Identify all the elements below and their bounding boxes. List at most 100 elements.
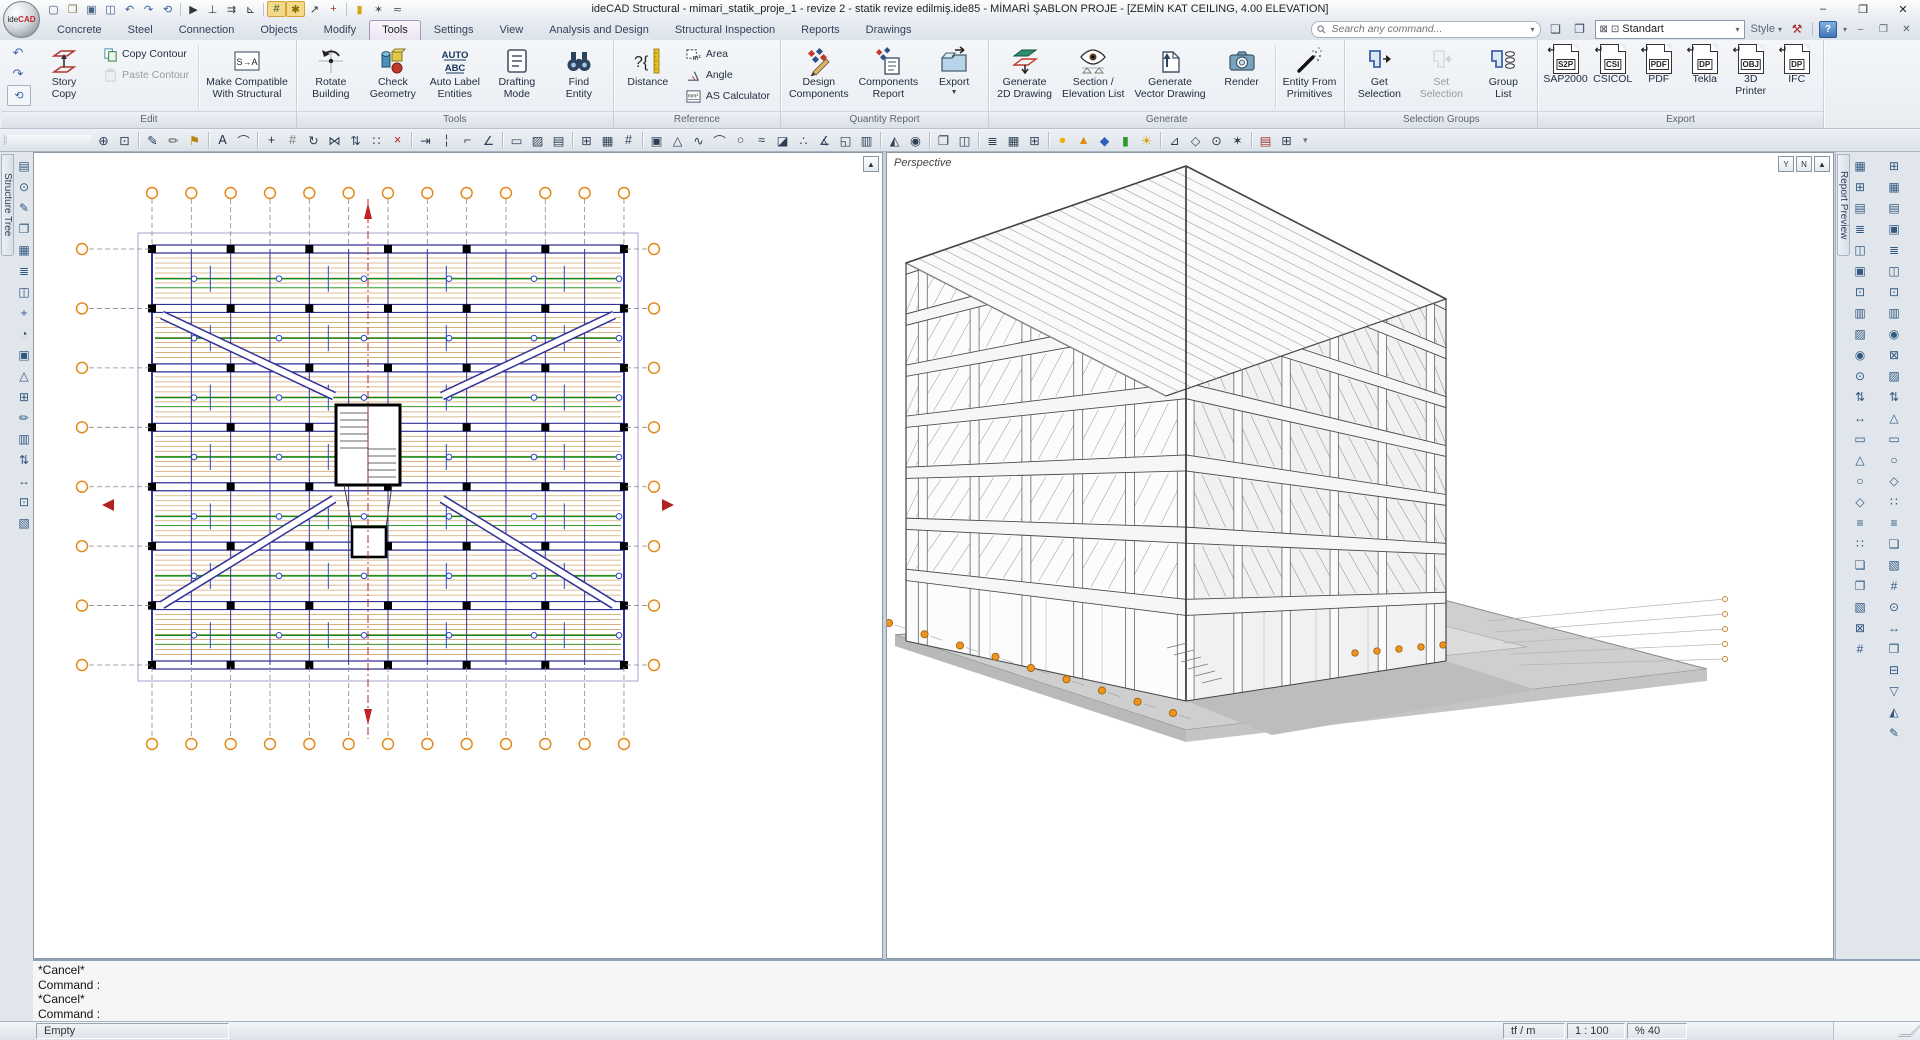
delete-icon[interactable]: × [388,131,407,150]
units-cell[interactable]: tf / m [1503,1023,1565,1039]
sheet-table-icon[interactable]: ▦ [1004,131,1023,150]
move-icon[interactable]: + [262,131,281,150]
points-icon[interactable]: ∴ [794,131,813,150]
rotate-building-button[interactable]: RotateBuilding [300,42,362,111]
view-tool-icon-20[interactable]: ▧ [1885,556,1903,574]
report-tool-icon-24[interactable]: # [1851,640,1869,658]
auto-label-entities-button[interactable]: AUTOABCAuto LabelEntities [424,42,486,111]
view-tool-icon-5[interactable]: ≣ [1885,241,1903,259]
save-all-icon[interactable]: ◫ [101,1,120,17]
view-tool-icon-8[interactable]: ▥ [1885,304,1903,322]
report-tool-icon-18[interactable]: ≡ [1851,514,1869,532]
plan-viewport[interactable]: ▲ [33,152,883,959]
object-snap-icon[interactable]: ✱ [286,1,305,17]
tab-settings[interactable]: Settings [421,20,487,40]
target-tool-icon[interactable]: ⊙ [1207,131,1226,150]
as-calculator-button[interactable]: mm²AS Calculator [681,86,775,106]
break-icon[interactable]: ¦ [437,131,456,150]
view-tool-icon-18[interactable]: ≡ [1885,514,1903,532]
structure-tool-icon-14[interactable]: ▥ [15,430,33,448]
parallel-snap-icon[interactable]: ⇉ [222,1,241,17]
circle-icon[interactable]: ○ [731,131,750,150]
structure-tool-icon-1[interactable]: ▤ [15,157,33,175]
search-input[interactable] [1330,22,1527,36]
entity-from-primitives-button[interactable]: Entity FromPrimitives [1278,42,1342,111]
array-icon[interactable]: ∷ [367,131,386,150]
section-elevation-list-button[interactable]: Section /Elevation List [1057,42,1129,111]
undo-button[interactable]: ↶ [7,43,29,62]
measure-section-icon[interactable]: ▥ [857,131,876,150]
wand-tool-icon[interactable]: ✶ [1228,131,1247,150]
print-layout-icon[interactable]: ▤ [1256,131,1275,150]
structure-tool-icon-3[interactable]: ✎ [15,199,33,217]
angle-button[interactable]: Angle [681,65,775,85]
undo-all-button[interactable]: ⟲ [7,85,31,106]
north-view-button[interactable]: N [1796,156,1812,172]
zoom-in-icon[interactable]: ⊕ [94,131,113,150]
generate-2d-drawing-button[interactable]: Generate2D Drawing [992,42,1057,111]
report-tool-icon-13[interactable]: ↔ [1851,409,1869,427]
view-tool-icon-13[interactable]: △ [1885,409,1903,427]
child-close-button[interactable]: ✕ [1899,24,1914,35]
tab-structural-inspection[interactable]: Structural Inspection [662,20,788,40]
report-tool-icon-21[interactable]: ❐ [1851,577,1869,595]
report-tool-icon-3[interactable]: ▤ [1851,199,1869,217]
structure-tool-icon-7[interactable]: ◫ [15,283,33,301]
more-options-icon[interactable]: ≂ [388,1,407,17]
report-tool-icon-10[interactable]: ◉ [1851,346,1869,364]
redo-icon[interactable]: ↷ [139,1,158,17]
green-bar-icon[interactable]: ▮ [1116,131,1135,150]
table-grid-icon[interactable]: ▦ [598,131,617,150]
view-tool-icon-21[interactable]: # [1885,577,1903,595]
tab-drawings[interactable]: Drawings [853,20,925,40]
command-panel[interactable]: *Cancel*Command :*Cancel*Command : [33,959,1920,1021]
structure-tool-icon-2[interactable]: ⊙ [15,178,33,196]
ruler-mode-icon[interactable]: ▮ [350,1,369,17]
text-icon[interactable]: A [213,131,232,150]
node-snap-icon[interactable]: ↗ [305,1,324,17]
extend-icon[interactable]: ⇥ [416,131,435,150]
measure-area-icon[interactable]: ◱ [836,131,855,150]
flip-icon[interactable]: ⇅ [346,131,365,150]
toolbar-overflow-icon[interactable]: ▾ [1303,135,1308,146]
perspective-viewport[interactable]: Perspective YN▲ [886,152,1834,959]
triangle-tool-icon[interactable]: ⊿ [1165,131,1184,150]
view-tool-icon-16[interactable]: ◇ [1885,472,1903,490]
report-tool-icon-14[interactable]: ▭ [1851,430,1869,448]
view-tool-icon-12[interactable]: ⇅ [1885,388,1903,406]
polygon-tool-icon[interactable]: ◇ [1186,131,1205,150]
standart-combo[interactable]: ⊠ ⊡ Standart ▾ [1595,20,1745,39]
resize-grip[interactable] [1833,1022,1920,1040]
report-tool-icon-5[interactable]: ◫ [1851,241,1869,259]
report-tool-icon-17[interactable]: ◇ [1851,493,1869,511]
view-tool-icon-6[interactable]: ◫ [1885,262,1903,280]
tab-objects[interactable]: Objects [247,20,310,40]
sheet-grid-icon[interactable]: ⊞ [1277,131,1296,150]
make-compatible-with-structural-button[interactable]: S→AMake CompatibleWith Structural [201,42,293,111]
export-quantity-button[interactable]: Export▼ [923,42,985,111]
export-sap2000-button[interactable]: ↵S2PSAP2000 [1541,42,1589,111]
components-report-button[interactable]: ComponentsReport [854,42,924,111]
structure-tool-icon-15[interactable]: ⇅ [15,451,33,469]
structure-tool-icon-9[interactable]: ◔ [15,325,33,343]
fillet-icon[interactable]: ⌐ [458,131,477,150]
area-button[interactable]: m²Area [681,44,775,64]
axis-numbers-icon[interactable]: # [619,131,638,150]
get-selection-button[interactable]: GetSelection [1348,42,1410,111]
drafting-mode-button[interactable]: DraftingMode [486,42,548,111]
report-tool-icon-12[interactable]: ⇅ [1851,388,1869,406]
magic-tool-icon[interactable]: ✶ [369,1,388,17]
export-csicol-button[interactable]: ↵CSICSICOL [1590,42,1636,111]
close-button[interactable]: ✕ [1894,3,1912,16]
toolbar-handle[interactable]: ⁞ [4,135,91,145]
perpendicular-snap-icon[interactable]: ⊥ [203,1,222,17]
view-tool-icon-2[interactable]: ▦ [1885,178,1903,196]
light-bulb-icon[interactable]: ● [1053,131,1072,150]
chamfer-icon[interactable]: ∠ [479,131,498,150]
zoom-cell[interactable]: % 40 [1627,1023,1687,1039]
report-tool-icon-11[interactable]: ⊙ [1851,367,1869,385]
visibility-eye-icon[interactable]: ◉ [906,131,925,150]
view-tool-icon-4[interactable]: ▣ [1885,220,1903,238]
open-file-icon[interactable]: ❐ [63,1,82,17]
render-button[interactable]: Render [1211,42,1273,111]
